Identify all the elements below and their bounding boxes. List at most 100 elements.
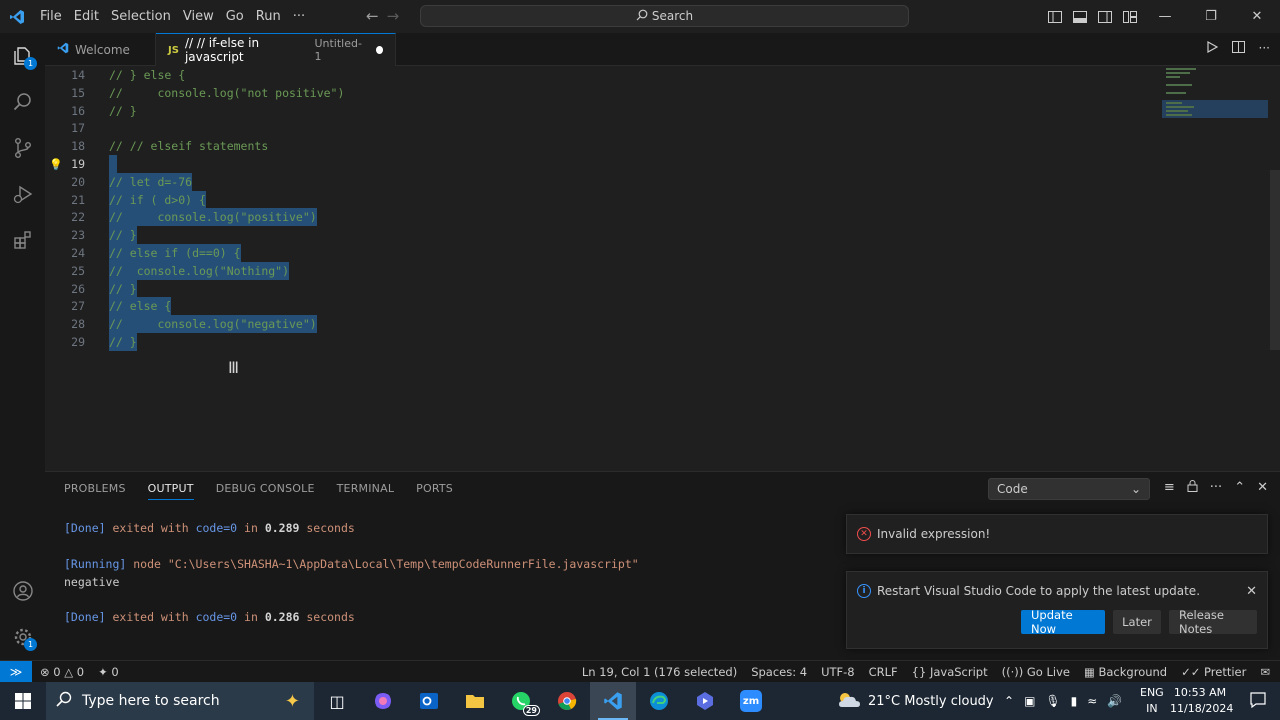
back-arrow-icon[interactable]: ← (366, 7, 379, 25)
end-of-line[interactable]: CRLF (869, 665, 898, 679)
chrome-app-icon[interactable] (544, 682, 590, 720)
accounts-icon[interactable] (0, 568, 45, 614)
tab-ports[interactable]: PORTS (416, 482, 453, 500)
microphone-icon[interactable]: 🎙 (1045, 694, 1060, 708)
encoding[interactable]: UTF-8 (821, 665, 855, 679)
toggle-panel-icon[interactable] (1068, 5, 1092, 29)
tab-untitled-1[interactable]: JS // // if-else in javascript Untitled-… (156, 33, 396, 66)
windows-start-icon[interactable] (0, 682, 46, 720)
restore-button[interactable]: ❐ (1188, 0, 1234, 33)
code-editor[interactable]: 14 // } else {15 // console.log("not posit… (45, 66, 1280, 471)
menu-edit[interactable]: Edit (68, 9, 105, 24)
language-mode[interactable]: {} JavaScript (912, 665, 988, 679)
notifications-bell-icon[interactable]: ✉ (1260, 665, 1270, 679)
code-line[interactable]: 18 // // elseif statements (45, 137, 1145, 155)
manage-gear-icon[interactable]: 1 (0, 614, 45, 660)
ports-status[interactable]: ✦ 0 (98, 665, 119, 679)
close-window-button[interactable]: ✕ (1234, 0, 1280, 33)
update-message: Restart Visual Studio Code to apply the … (877, 584, 1201, 598)
code-line[interactable]: 💡 19 (45, 155, 1145, 173)
menu-view[interactable]: View (177, 9, 220, 24)
task-view-icon[interactable]: ◫ (314, 682, 360, 720)
update-now-button[interactable]: Update Now (1021, 608, 1105, 636)
notification-center-icon[interactable] (1250, 692, 1266, 712)
tab-debug-console[interactable]: DEBUG CONSOLE (216, 482, 315, 500)
toggle-primary-sidebar-icon[interactable] (1043, 5, 1067, 29)
background-button[interactable]: ▦ Background (1084, 665, 1167, 679)
code-line[interactable]: 20 // let d=-76 (45, 172, 1145, 191)
source-control-icon[interactable] (0, 125, 45, 171)
cloud-icon (836, 690, 862, 712)
show-hidden-icons-chevron-icon[interactable]: ⌃ (1004, 694, 1014, 708)
battery-icon[interactable]: ▮ (1071, 694, 1078, 708)
tab-terminal[interactable]: TERMINAL (337, 482, 395, 500)
whatsapp-app-icon[interactable]: 29 (498, 682, 544, 720)
minimize-button[interactable]: — (1142, 0, 1188, 33)
code-line[interactable]: 26 // } (45, 279, 1145, 298)
remote-indicator-icon[interactable]: ≫ (0, 661, 32, 683)
meet-now-icon[interactable]: ▣ (1024, 694, 1035, 708)
code-line[interactable]: 28 // console.log("negative") (45, 315, 1145, 334)
wifi-icon[interactable]: ≈ (1087, 694, 1097, 708)
tab-problems[interactable]: PROBLEMS (64, 482, 126, 500)
output-channel-select[interactable]: Code ⌄ (988, 478, 1150, 500)
forward-arrow-icon[interactable]: → (387, 7, 400, 25)
code-line[interactable]: 22 // console.log("positive") (45, 208, 1145, 227)
run-debug-icon[interactable] (0, 171, 45, 217)
menu-run[interactable]: Run (250, 9, 287, 24)
panel-more-icon[interactable]: ··· (1210, 480, 1222, 496)
toggle-secondary-sidebar-icon[interactable] (1093, 5, 1117, 29)
extensions-icon[interactable] (0, 217, 45, 263)
maximize-panel-icon[interactable]: ⌃ (1234, 480, 1245, 496)
editor-scrollbar[interactable] (1270, 170, 1280, 350)
menu-more[interactable]: ··· (287, 9, 311, 24)
code-line[interactable]: 14 // } else { (45, 66, 1145, 84)
problems-status[interactable]: ⊗ 0 △ 0 (40, 665, 84, 679)
vscode-app-icon[interactable] (590, 682, 636, 720)
more-actions-icon[interactable]: ··· (1259, 41, 1270, 57)
lock-scroll-icon[interactable] (1187, 480, 1198, 496)
file-explorer-icon[interactable] (452, 682, 498, 720)
code-line[interactable]: 23 // } (45, 226, 1145, 245)
weather-widget[interactable]: 21°C Mostly cloudy (836, 682, 994, 720)
input-language[interactable]: ENG IN (1140, 685, 1164, 717)
code-line[interactable]: 17 (45, 119, 1145, 137)
taskbar-search[interactable]: Type here to search ✦ (46, 682, 314, 720)
command-center-search[interactable]: Search (420, 5, 909, 27)
clear-output-icon[interactable]: ≡ (1164, 480, 1175, 496)
code-line[interactable]: 29 // } (45, 333, 1145, 351)
code-line[interactable]: 16 // } (45, 102, 1145, 120)
tab-welcome[interactable]: Welcome (45, 33, 156, 66)
code-line[interactable]: 27 // else { (45, 297, 1145, 316)
menu-go[interactable]: Go (220, 9, 250, 24)
customize-layout-icon[interactable] (1118, 5, 1142, 29)
outlook-app-icon[interactable] (406, 682, 452, 720)
code-line[interactable]: 21 // if ( d>0) { (45, 190, 1145, 209)
split-editor-icon[interactable] (1231, 41, 1245, 57)
code-line[interactable]: 25 // console.log("Nothing") (45, 261, 1145, 280)
media-app-icon[interactable] (682, 682, 728, 720)
later-button[interactable]: Later (1113, 610, 1161, 634)
copilot-app-icon[interactable] (360, 682, 406, 720)
explorer-icon[interactable]: 1 (0, 33, 45, 79)
tab-output[interactable]: OUTPUT (147, 482, 194, 500)
minimap[interactable] (1162, 66, 1268, 126)
indentation[interactable]: Spaces: 4 (751, 665, 807, 679)
menu-file[interactable]: File (34, 9, 68, 24)
cursor-position[interactable]: Ln 19, Col 1 (176 selected) (582, 665, 737, 679)
code-line[interactable]: 15 // console.log("not positive") (45, 84, 1145, 102)
unsaved-dot-icon[interactable] (375, 46, 383, 54)
prettier-button[interactable]: ✓✓ Prettier (1181, 665, 1246, 679)
code-line[interactable]: 24 // else if (d==0) { (45, 244, 1145, 262)
volume-icon[interactable]: 🔊 (1107, 694, 1122, 708)
zoom-app-icon[interactable]: zm (728, 682, 774, 720)
close-notification-icon[interactable]: ✕ (1246, 584, 1257, 599)
taskbar-clock[interactable]: 10:53 AM 11/18/2024 (1170, 685, 1233, 717)
release-notes-button[interactable]: Release Notes (1169, 608, 1257, 636)
edge-app-icon[interactable] (636, 682, 682, 720)
search-view-icon[interactable] (0, 79, 45, 125)
close-panel-icon[interactable]: ✕ (1257, 480, 1268, 496)
menu-selection[interactable]: Selection (105, 9, 177, 24)
run-code-icon[interactable] (1206, 40, 1218, 57)
go-live-button[interactable]: ((·)) Go Live (1002, 665, 1070, 679)
